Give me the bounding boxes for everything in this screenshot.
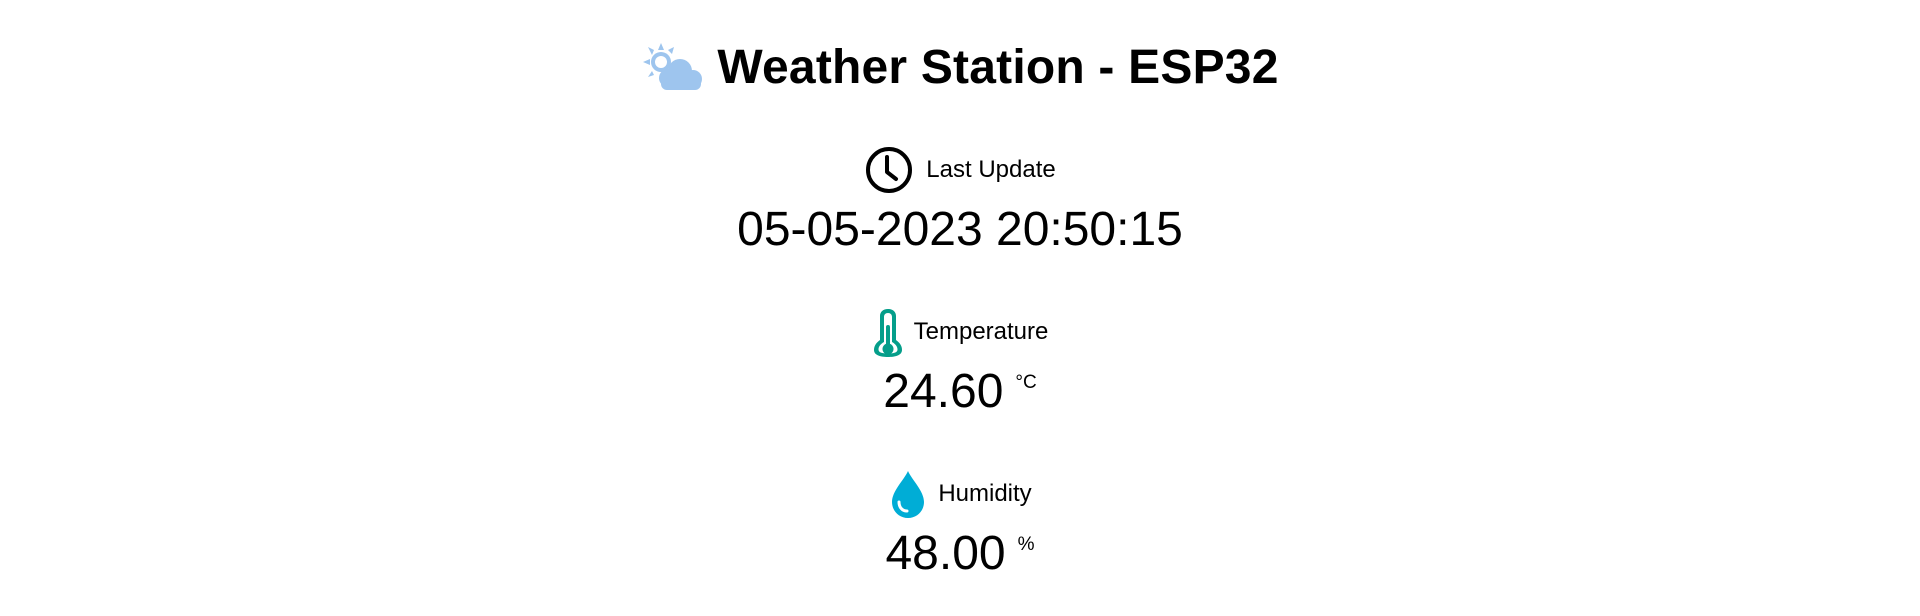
temperature-unit: °C: [1015, 372, 1037, 393]
temperature-card: Temperature 24.60 °C: [872, 306, 1049, 416]
last-update-card: Last Update 05-05-2023 20:50:15: [737, 144, 1183, 254]
sun-cloud-icon: [643, 43, 703, 90]
last-update-value: 05-05-2023 20:50:15: [737, 203, 1183, 256]
temperature-value-row: 24.60 °C: [883, 368, 1036, 416]
last-update-value-row: 05-05-2023 20:50:15: [737, 206, 1183, 254]
page-title: Weather Station - ESP32: [717, 41, 1279, 94]
weather-dashboard: Weather Station - ESP32 Last Update 05-0…: [0, 0, 1920, 616]
humidity-label: Humidity: [938, 480, 1032, 507]
temperature-value: 24.60: [883, 365, 1004, 418]
last-update-label-row: Last Update: [864, 144, 1056, 196]
header: Weather Station - ESP32: [641, 38, 1278, 98]
clock-icon: [866, 147, 913, 193]
temperature-label-row: Temperature: [872, 306, 1049, 358]
humidity-value-row: 48.00 %: [885, 530, 1034, 578]
thermometer-icon: [873, 309, 902, 357]
temperature-label: Temperature: [913, 318, 1049, 345]
humidity-unit: %: [1017, 534, 1035, 555]
water-drop-icon: [892, 471, 925, 518]
humidity-label-row: Humidity: [888, 468, 1032, 520]
humidity-value: 48.00: [885, 527, 1006, 580]
humidity-card: Humidity 48.00 %: [885, 468, 1035, 578]
last-update-label: Last Update: [926, 156, 1056, 183]
